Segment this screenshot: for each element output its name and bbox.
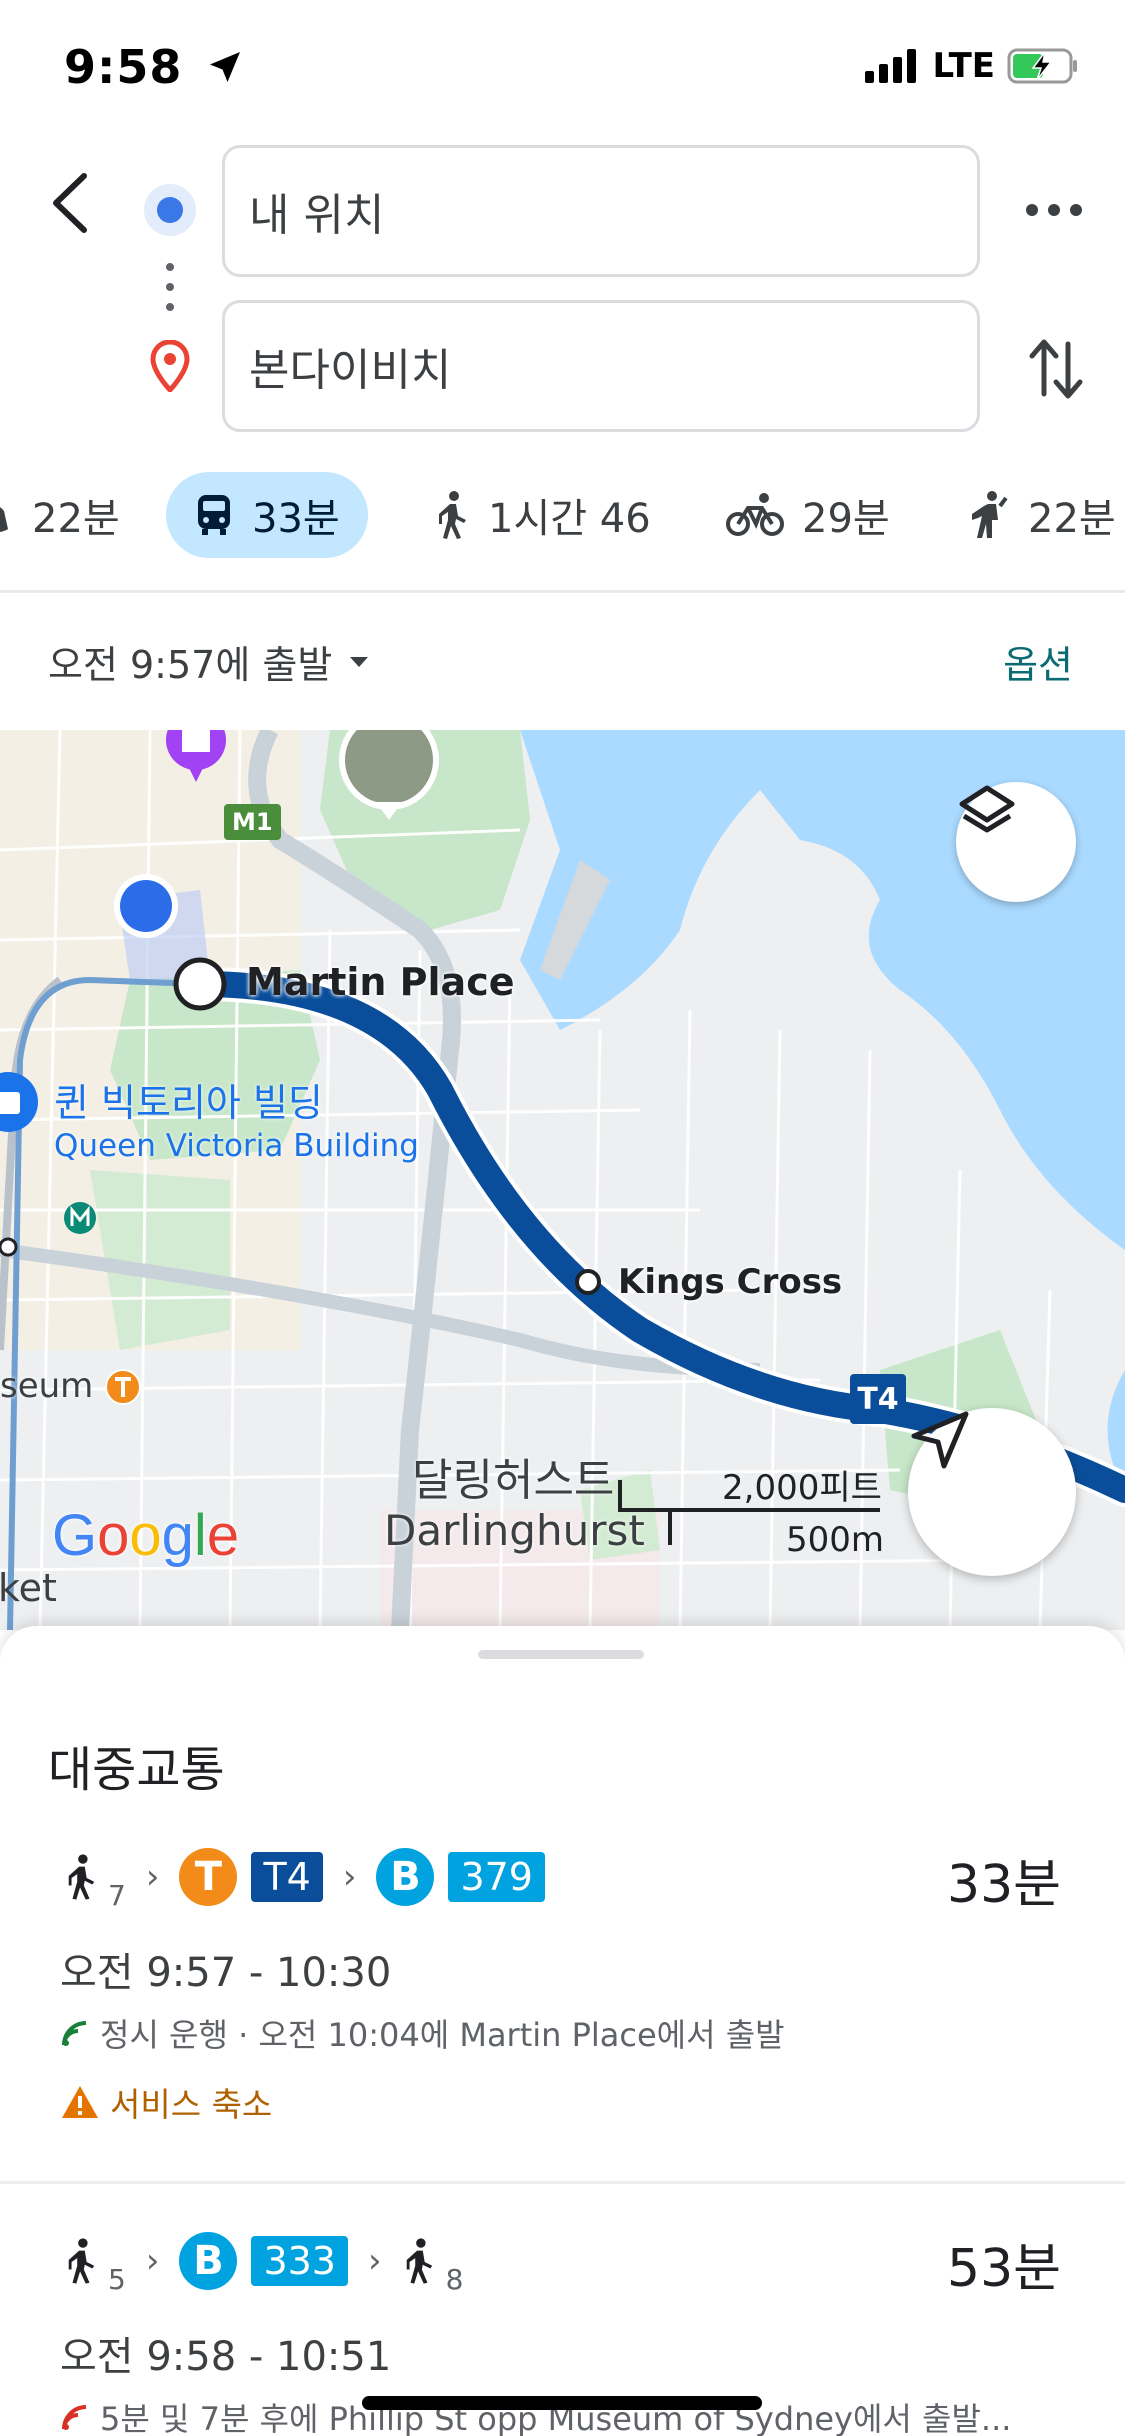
bus-mode-icon: B: [179, 2232, 238, 2290]
warning-icon: [62, 2086, 98, 2118]
bus-mode-icon: B: [376, 1848, 435, 1906]
walk-icon: [406, 2238, 432, 2284]
route-option-1[interactable]: 7 › T T4 › B 379 33분 오전 9:57 - 10:30 정시 …: [0, 1842, 1125, 2232]
bike-icon: [726, 493, 784, 536]
bus-line-badge: 379: [448, 1852, 545, 1902]
route-duration: 53분: [946, 2239, 1061, 2299]
tab-transit[interactable]: 33분: [166, 472, 368, 558]
navigation-arrow-icon: [911, 1411, 969, 1469]
bus-line-badge: 333: [251, 2236, 348, 2286]
network-type: LTE: [932, 46, 995, 86]
station-label-martin-place[interactable]: Martin Place: [246, 960, 515, 1004]
realtime-info: 정시 운행 · 오전 10:04에 Martin Place에서 출발: [60, 2010, 785, 2056]
origin-field[interactable]: 내 위치: [222, 145, 980, 277]
shopping-poi-icon: [0, 1072, 38, 1132]
tab-driving[interactable]: 22분: [0, 472, 120, 558]
train-mode-icon: T: [179, 1848, 238, 1906]
rideshare-icon: [972, 491, 1008, 538]
line-badge-t4: T4: [251, 1852, 323, 1902]
options-button[interactable]: 옵션: [1003, 634, 1073, 689]
tab-walking[interactable]: 1시간 46: [434, 472, 651, 558]
car-icon: [0, 507, 8, 532]
chevron-right-icon: ›: [367, 2241, 382, 2281]
sheet-handle[interactable]: [478, 1650, 644, 1659]
photo-poi-icon: [339, 730, 439, 820]
metro-poi-icon: [166, 730, 226, 782]
metro-station-icon: [64, 1202, 96, 1234]
dropdown-arrow-icon: [350, 656, 369, 667]
more-button[interactable]: [1024, 190, 1084, 230]
service-alert[interactable]: 서비스 축소: [60, 2078, 272, 2126]
darlinghurst-label-ko[interactable]: 달링허스트: [412, 1444, 614, 1508]
battery-charging-icon: [1007, 48, 1077, 84]
origin-dot-icon: [144, 184, 196, 236]
google-logo: Google: [52, 1503, 240, 1568]
map[interactable]: M1 Martin Place Kings Cross 퀸 빅토리아 빌딩 Qu…: [0, 730, 1125, 1630]
walk-minutes: 8: [445, 2262, 464, 2296]
walk-icon: [439, 491, 466, 539]
train-poi-icon: [105, 1369, 141, 1405]
qvb-label-ko[interactable]: 퀸 빅토리아 빌딩: [54, 1072, 323, 1127]
route-duration: 33분: [946, 1855, 1061, 1915]
scale-feet: 2,000피트: [722, 1468, 882, 1508]
realtime-signal-icon: [62, 2405, 87, 2430]
more-horizontal-icon: [1026, 204, 1082, 216]
market-label: ket: [0, 1566, 57, 1610]
travel-mode-tabs: 22분 33분 1시간 46 29분 22분: [0, 472, 1125, 572]
qvb-label-en[interactable]: Queen Victoria Building: [54, 1128, 419, 1164]
route-times: 오전 9:57 - 10:30: [60, 1950, 392, 1996]
chevron-left-icon: [53, 173, 87, 233]
chevron-right-icon: ›: [145, 1857, 160, 1897]
walk-minutes: 7: [108, 1878, 126, 1912]
walk-icon: [68, 1854, 95, 1900]
destination-text: 본다이비치: [249, 345, 452, 396]
tab-cycling[interactable]: 29분: [726, 472, 890, 558]
chevron-right-icon: ›: [145, 2241, 160, 2281]
route-times: 오전 9:58 - 10:51: [60, 2334, 392, 2380]
destination-field[interactable]: 본다이비치: [222, 300, 980, 432]
recenter-button[interactable]: [908, 1408, 1076, 1576]
walk-icon: [68, 2238, 95, 2284]
chevron-right-icon: ›: [342, 1857, 357, 1897]
location-arrow-icon: [210, 52, 241, 82]
line-badge-t4: T4: [850, 1374, 906, 1424]
realtime-signal-icon: [62, 2021, 87, 2046]
results-sheet[interactable]: 대중교통 7 › T T4 › B 379 33분 오전 9:57 - 10:3…: [0, 1626, 1125, 2436]
destination-pin-icon: [150, 340, 190, 392]
signal-icon: [864, 49, 916, 83]
back-button[interactable]: [40, 168, 100, 238]
scale-meters: 500m: [786, 1520, 885, 1560]
layers-icon: [959, 785, 1015, 833]
route-dots-icon: [166, 263, 174, 311]
depart-time-selector[interactable]: 오전 9:57에 출발: [48, 634, 370, 689]
road-shield-m1: M1: [224, 804, 281, 840]
station-label-kings-cross[interactable]: Kings Cross: [618, 1262, 842, 1302]
sheet-title: 대중교통: [48, 1742, 225, 1798]
status-time: 9:58: [64, 40, 245, 94]
tabs-divider: [0, 590, 1125, 593]
swap-vertical-icon: [1029, 339, 1083, 399]
origin-text: 내 위치: [249, 190, 385, 241]
swap-button[interactable]: [1026, 334, 1086, 404]
route-steps: 7 › T T4 › B 379: [64, 1842, 545, 1912]
museum-label[interactable]: seum: [0, 1366, 93, 1406]
darlinghurst-label-en[interactable]: Darlinghurst: [384, 1506, 645, 1555]
route-steps: 5 › B 333 › 8: [64, 2226, 463, 2296]
walk-minutes: 5: [108, 2262, 126, 2296]
route-divider: [0, 2181, 1125, 2184]
layers-button[interactable]: [956, 782, 1076, 902]
transit-icon: [198, 495, 230, 535]
home-indicator[interactable]: [362, 2396, 762, 2410]
status-indicators: LTE: [864, 46, 1079, 86]
tab-rideshare[interactable]: 22분: [966, 472, 1116, 558]
